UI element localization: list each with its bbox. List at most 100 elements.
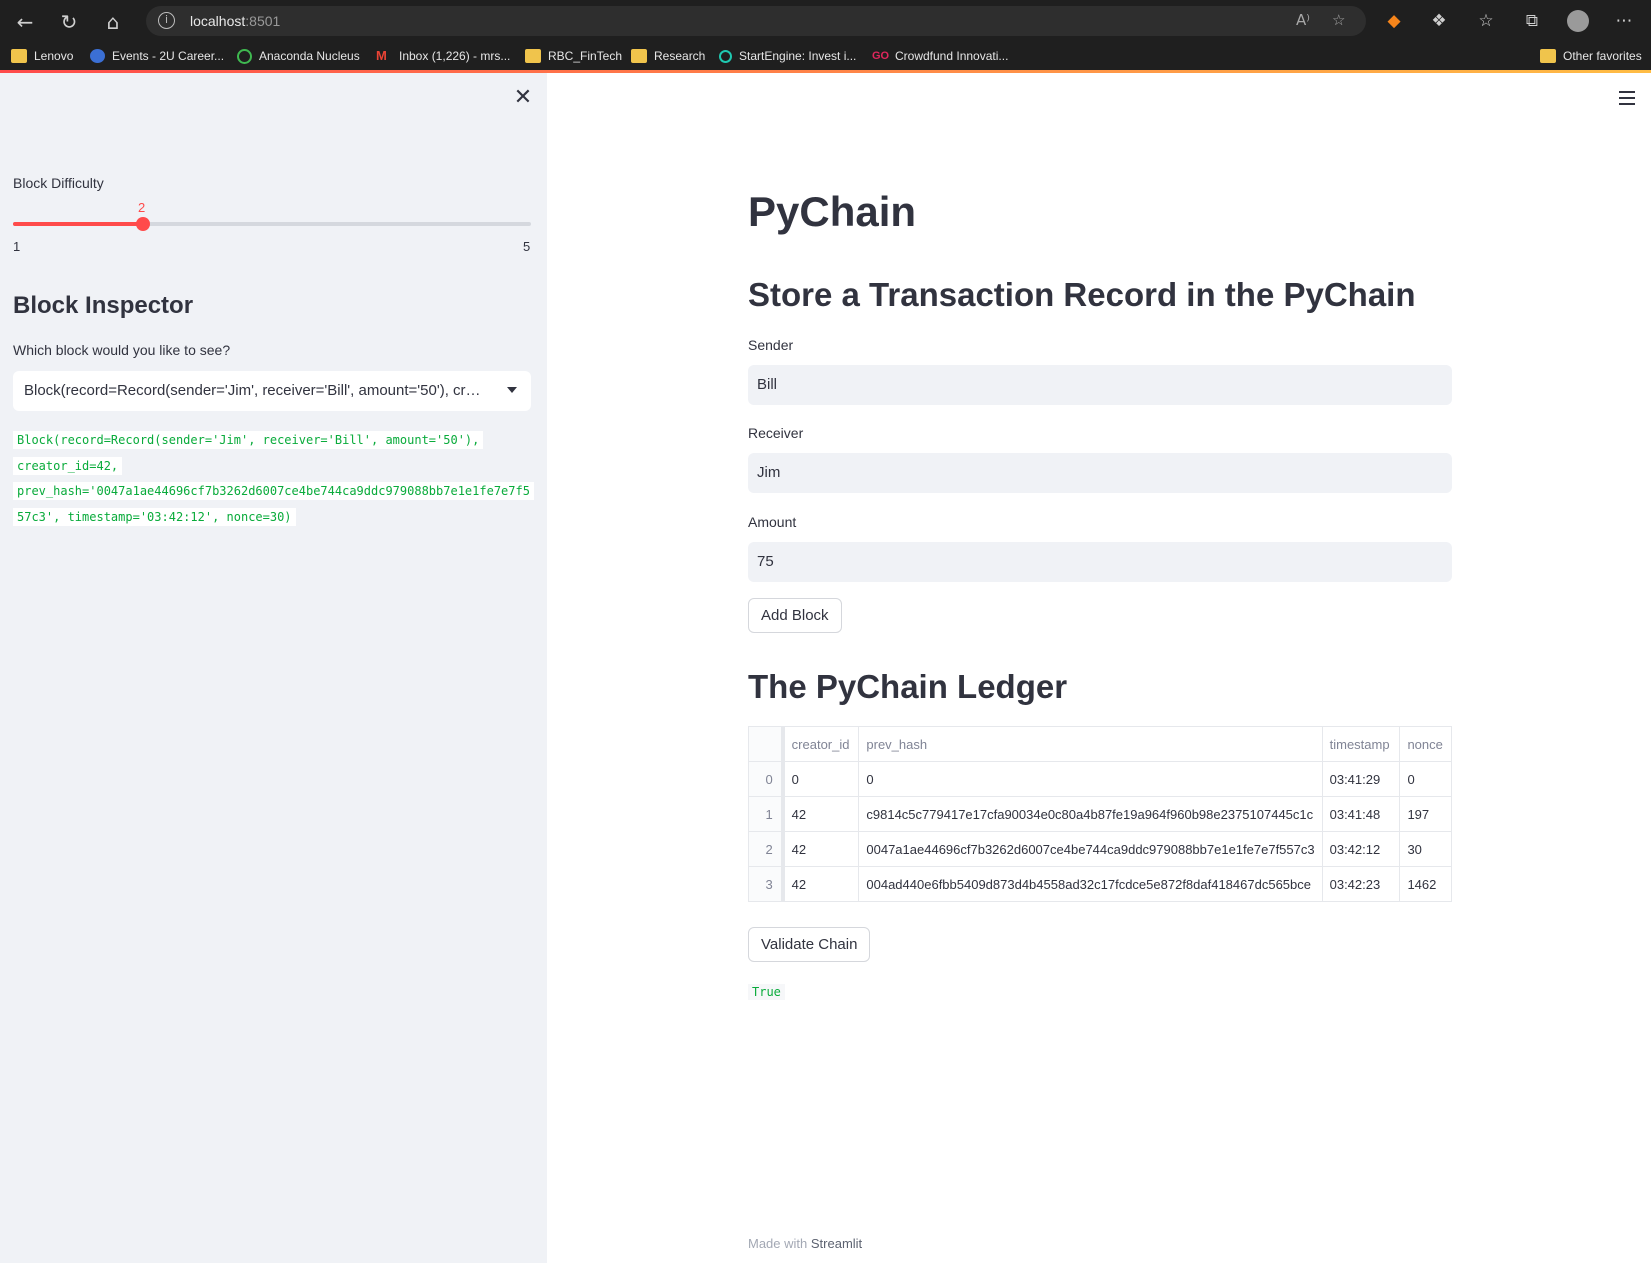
table-row: 2 42 0047a1ae44696cf7b3262d6007ce4be744c… [747, 831, 1452, 867]
gmail-icon: M [376, 48, 387, 63]
slider-min: 1 [13, 239, 21, 254]
table-cell[interactable]: 03:41:48 [1321, 796, 1401, 832]
amount-label: Amount [748, 514, 797, 530]
browser-toolbar: ← ↻ ⌂ i localhost:8501 A⁾ ☆ ◆ ❖ ☆ ⧉ ⋯ [0, 0, 1651, 42]
select-label: Which block would you like to see? [13, 342, 231, 358]
table-cell[interactable]: 197 [1399, 796, 1452, 832]
row-index: 0 [747, 761, 785, 797]
block-select[interactable]: Block(record=Record(sender='Jim', receiv… [13, 371, 531, 411]
page-title: PyChain [748, 188, 917, 235]
close-sidebar-icon[interactable]: ✕ [512, 87, 534, 109]
code-line: Block(record=Record(sender='Jim', receiv… [13, 428, 535, 454]
folder-icon [631, 49, 647, 63]
folder-icon [11, 49, 27, 63]
anaconda-icon [237, 48, 252, 64]
column-header[interactable] [747, 726, 785, 762]
2u-icon [90, 49, 105, 63]
code-line: prev_hash='0047a1ae44696cf7b3262d6007ce4… [13, 479, 535, 505]
metamask-icon[interactable]: ◆ [1382, 9, 1406, 33]
home-icon[interactable]: ⌂ [100, 9, 126, 35]
table-cell[interactable]: 0 [858, 761, 1323, 797]
block-inspector-heading: Block Inspector [13, 292, 194, 319]
address-bar[interactable]: i localhost:8501 A⁾ ☆ [146, 6, 1366, 36]
store-heading: Store a Transaction Record in the PyChai… [748, 276, 1416, 313]
row-index: 2 [747, 831, 785, 867]
table-row: 3 42 004ad440e6fbb5409d873d4b4558ad32c17… [747, 866, 1452, 902]
table-cell[interactable]: 0 [782, 761, 860, 797]
difficulty-slider[interactable] [13, 217, 531, 231]
select-value: Block(record=Record(sender='Jim', receiv… [24, 382, 484, 399]
block-output: Block(record=Record(sender='Jim', receiv… [13, 428, 535, 530]
bookmark-item[interactable]: RBC_FinTech [525, 47, 622, 65]
table-cell[interactable]: 0 [1399, 761, 1452, 797]
main-menu-icon[interactable] [1619, 91, 1635, 105]
sidebar: ✕ Block Difficulty 2 1 5 Block Inspector… [0, 73, 547, 1263]
url-text: localhost:8501 [190, 13, 281, 29]
gofundme-icon: GO [872, 50, 890, 62]
slider-fill [13, 222, 143, 226]
slider-thumb[interactable] [135, 217, 150, 231]
table-cell[interactable]: 004ad440e6fbb5409d873d4b4558ad32c17fcdce… [858, 866, 1323, 902]
back-icon[interactable]: ← [12, 9, 38, 35]
row-index: 1 [747, 796, 785, 832]
chevron-down-icon [507, 387, 517, 393]
startengine-icon [719, 49, 732, 63]
table-cell[interactable]: 42 [782, 866, 860, 902]
add-block-button[interactable]: Add Block [748, 598, 842, 633]
validate-chain-button[interactable]: Validate Chain [748, 927, 871, 962]
browser-chrome: ← ↻ ⌂ i localhost:8501 A⁾ ☆ ◆ ❖ ☆ ⧉ ⋯ Le… [0, 0, 1651, 72]
bookmarks-bar: Lenovo Events - 2U Career... Anaconda Nu… [0, 42, 1651, 70]
receiver-label: Receiver [748, 425, 804, 441]
receiver-input[interactable]: Jim [748, 453, 1452, 493]
column-header[interactable]: nonce [1399, 726, 1452, 762]
ledger-table: creator_id prev_hash timestamp nonce 0 0… [747, 726, 1452, 902]
table-cell[interactable]: c9814c5c779417e17cfa90034e0c80a4b87fe19a… [858, 796, 1323, 832]
ledger-heading: The PyChain Ledger [748, 668, 1068, 705]
table-cell[interactable]: 03:41:29 [1321, 761, 1401, 797]
slider-label: Block Difficulty [13, 175, 104, 191]
other-favorites[interactable]: Other favorites [1540, 47, 1642, 65]
extensions-icon[interactable]: ❖ [1427, 9, 1451, 33]
table-cell[interactable]: 30 [1399, 831, 1452, 867]
favorites-icon[interactable]: ☆ [1474, 9, 1498, 33]
column-header[interactable]: creator_id [782, 726, 860, 762]
column-header[interactable]: timestamp [1321, 726, 1401, 762]
table-cell[interactable]: 42 [782, 831, 860, 867]
bookmark-item[interactable]: Events - 2U Career... [90, 47, 224, 65]
more-icon[interactable]: ⋯ [1612, 9, 1636, 33]
sender-input[interactable]: Bill [748, 365, 1452, 405]
table-row: 1 42 c9814c5c779417e17cfa90034e0c80a4b87… [747, 796, 1452, 832]
row-index: 3 [747, 866, 785, 902]
collections-icon[interactable]: ⧉ [1520, 9, 1544, 33]
site-info-icon[interactable]: i [158, 12, 175, 29]
footer-text: Made with [748, 1236, 811, 1251]
folder-icon [525, 49, 541, 63]
amount-input[interactable]: 75 [748, 542, 1452, 582]
sender-label: Sender [748, 337, 794, 353]
code-line: 57c3', timestamp='03:42:12', nonce=30) [13, 505, 535, 531]
bookmark-item[interactable]: M Inbox (1,226) - mrs... [376, 47, 510, 65]
bookmark-item[interactable]: Anaconda Nucleus [237, 47, 360, 65]
slider-max: 5 [523, 239, 531, 254]
read-aloud-icon[interactable]: A⁾ [1296, 11, 1310, 29]
bookmark-item[interactable]: StartEngine: Invest i... [719, 47, 856, 65]
bookmark-item[interactable]: Research [631, 47, 705, 65]
table-header-row: creator_id prev_hash timestamp nonce [747, 726, 1452, 762]
footer: Made with Streamlit [748, 1236, 862, 1251]
bookmark-item[interactable]: Lenovo [11, 47, 73, 65]
add-favorite-icon[interactable]: ☆ [1332, 11, 1345, 29]
slider-value: 2 [138, 200, 146, 215]
table-cell[interactable]: 1462 [1399, 866, 1452, 902]
column-header[interactable]: prev_hash [858, 726, 1323, 762]
table-cell[interactable]: 03:42:12 [1321, 831, 1401, 867]
table-cell[interactable]: 03:42:23 [1321, 866, 1401, 902]
streamlit-link[interactable]: Streamlit [811, 1236, 862, 1251]
refresh-icon[interactable]: ↻ [56, 9, 82, 35]
code-line: creator_id=42, [13, 454, 535, 480]
profile-icon[interactable] [1566, 9, 1590, 33]
validation-result: True [748, 984, 785, 1000]
table-cell[interactable]: 0047a1ae44696cf7b3262d6007ce4be744ca9ddc… [858, 831, 1323, 867]
table-cell[interactable]: 42 [782, 796, 860, 832]
folder-icon [1540, 49, 1556, 63]
bookmark-item[interactable]: GO Crowdfund Innovati... [872, 47, 1008, 65]
